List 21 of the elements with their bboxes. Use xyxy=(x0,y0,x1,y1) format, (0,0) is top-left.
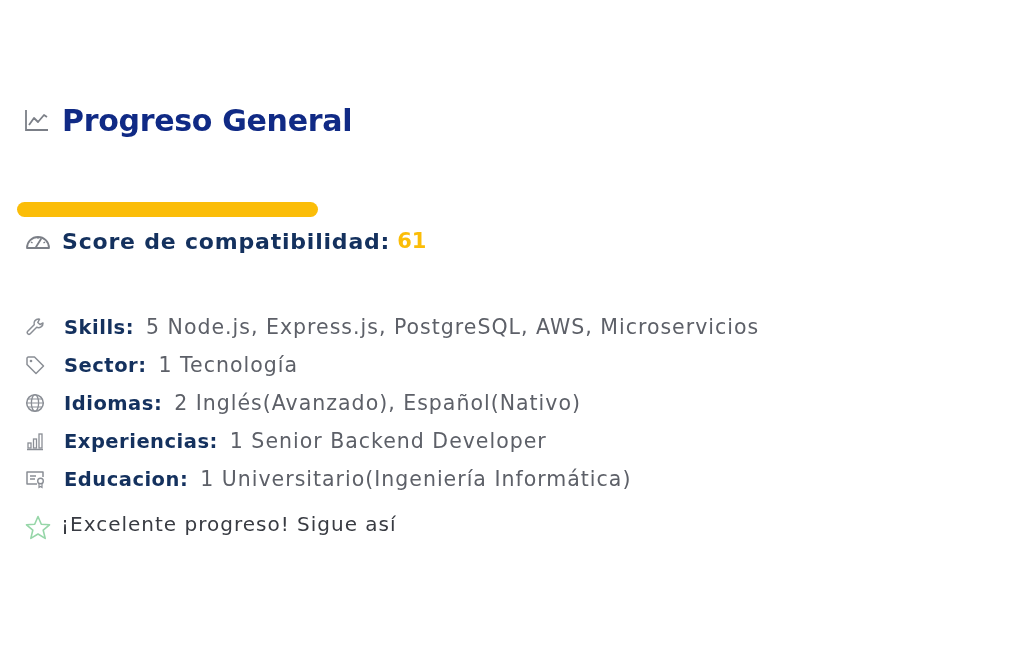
summary-label: Educacion: xyxy=(64,467,189,491)
summary-value: 1 Universitario(Ingeniería Informática) xyxy=(200,467,632,491)
encouragement-message: ¡Excelente progreso! Sigue así xyxy=(61,512,397,536)
summary-value: 2 Inglés(Avanzado), Español(Nativo) xyxy=(174,391,581,415)
wrench-icon xyxy=(25,317,45,337)
tag-icon xyxy=(25,355,45,375)
summary-value: 5 Node.js, Express.js, PostgreSQL, AWS, Microservicios xyxy=(146,315,760,339)
star-icon xyxy=(25,515,51,541)
bar-chart-icon xyxy=(25,431,45,451)
section-title: Progreso General xyxy=(62,102,353,138)
summary-label: Skills: xyxy=(64,315,134,339)
summary-label: Experiencias: xyxy=(64,429,218,453)
summary-value: 1 Tecnología xyxy=(158,353,298,377)
score-value: 61 xyxy=(397,229,427,253)
summary-value: 1 Senior Backend Developer xyxy=(229,429,547,453)
score-label: Score de compatibilidad: xyxy=(62,228,391,254)
summary-label: Sector: xyxy=(64,353,147,377)
line-chart-icon xyxy=(25,109,49,131)
globe-icon xyxy=(25,393,45,413)
summary-label: Idiomas: xyxy=(64,391,163,415)
certificate-icon xyxy=(25,469,45,489)
